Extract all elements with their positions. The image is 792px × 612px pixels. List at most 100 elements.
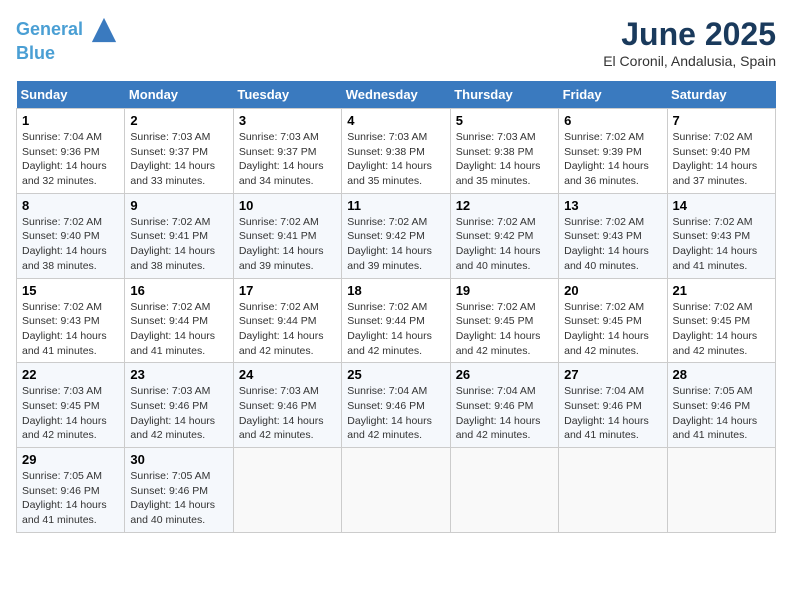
day-info: Sunrise: 7:04 AM Sunset: 9:46 PM Dayligh…	[456, 384, 553, 443]
table-row: 28 Sunrise: 7:05 AM Sunset: 9:46 PM Dayl…	[667, 363, 775, 448]
day-number: 27	[564, 367, 661, 382]
table-row: 11 Sunrise: 7:02 AM Sunset: 9:42 PM Dayl…	[342, 193, 450, 278]
calendar-week-row: 15 Sunrise: 7:02 AM Sunset: 9:43 PM Dayl…	[17, 278, 776, 363]
day-info: Sunrise: 7:02 AM Sunset: 9:40 PM Dayligh…	[22, 215, 119, 274]
table-row: 29 Sunrise: 7:05 AM Sunset: 9:46 PM Dayl…	[17, 448, 125, 533]
logo-general: General	[16, 19, 83, 39]
day-info: Sunrise: 7:05 AM Sunset: 9:46 PM Dayligh…	[22, 469, 119, 528]
table-row: 10 Sunrise: 7:02 AM Sunset: 9:41 PM Dayl…	[233, 193, 341, 278]
day-info: Sunrise: 7:02 AM Sunset: 9:45 PM Dayligh…	[673, 300, 770, 359]
table-row: 6 Sunrise: 7:02 AM Sunset: 9:39 PM Dayli…	[559, 109, 667, 194]
day-info: Sunrise: 7:02 AM Sunset: 9:44 PM Dayligh…	[130, 300, 227, 359]
day-number: 29	[22, 452, 119, 467]
day-number: 16	[130, 283, 227, 298]
table-row	[667, 448, 775, 533]
col-thursday: Thursday	[450, 81, 558, 109]
day-number: 15	[22, 283, 119, 298]
table-row: 24 Sunrise: 7:03 AM Sunset: 9:46 PM Dayl…	[233, 363, 341, 448]
day-number: 14	[673, 198, 770, 213]
day-info: Sunrise: 7:02 AM Sunset: 9:40 PM Dayligh…	[673, 130, 770, 189]
col-sunday: Sunday	[17, 81, 125, 109]
table-row: 5 Sunrise: 7:03 AM Sunset: 9:38 PM Dayli…	[450, 109, 558, 194]
day-info: Sunrise: 7:02 AM Sunset: 9:44 PM Dayligh…	[347, 300, 444, 359]
day-number: 28	[673, 367, 770, 382]
table-row: 2 Sunrise: 7:03 AM Sunset: 9:37 PM Dayli…	[125, 109, 233, 194]
table-row: 3 Sunrise: 7:03 AM Sunset: 9:37 PM Dayli…	[233, 109, 341, 194]
day-number: 20	[564, 283, 661, 298]
day-info: Sunrise: 7:02 AM Sunset: 9:44 PM Dayligh…	[239, 300, 336, 359]
calendar-week-row: 29 Sunrise: 7:05 AM Sunset: 9:46 PM Dayl…	[17, 448, 776, 533]
day-info: Sunrise: 7:02 AM Sunset: 9:43 PM Dayligh…	[564, 215, 661, 274]
table-row: 8 Sunrise: 7:02 AM Sunset: 9:40 PM Dayli…	[17, 193, 125, 278]
table-row: 1 Sunrise: 7:04 AM Sunset: 9:36 PM Dayli…	[17, 109, 125, 194]
logo-blue: Blue	[16, 43, 55, 63]
day-info: Sunrise: 7:04 AM Sunset: 9:46 PM Dayligh…	[564, 384, 661, 443]
table-row: 25 Sunrise: 7:04 AM Sunset: 9:46 PM Dayl…	[342, 363, 450, 448]
table-row: 23 Sunrise: 7:03 AM Sunset: 9:46 PM Dayl…	[125, 363, 233, 448]
day-info: Sunrise: 7:02 AM Sunset: 9:41 PM Dayligh…	[130, 215, 227, 274]
day-info: Sunrise: 7:02 AM Sunset: 9:45 PM Dayligh…	[564, 300, 661, 359]
day-info: Sunrise: 7:02 AM Sunset: 9:43 PM Dayligh…	[22, 300, 119, 359]
day-info: Sunrise: 7:03 AM Sunset: 9:46 PM Dayligh…	[130, 384, 227, 443]
table-row: 19 Sunrise: 7:02 AM Sunset: 9:45 PM Dayl…	[450, 278, 558, 363]
table-row: 14 Sunrise: 7:02 AM Sunset: 9:43 PM Dayl…	[667, 193, 775, 278]
page-header: General Blue June 2025 El Coronil, Andal…	[16, 16, 776, 69]
day-info: Sunrise: 7:03 AM Sunset: 9:37 PM Dayligh…	[130, 130, 227, 189]
day-number: 18	[347, 283, 444, 298]
table-row: 18 Sunrise: 7:02 AM Sunset: 9:44 PM Dayl…	[342, 278, 450, 363]
table-row	[342, 448, 450, 533]
logo: General Blue	[16, 16, 118, 64]
table-row	[233, 448, 341, 533]
calendar-week-row: 1 Sunrise: 7:04 AM Sunset: 9:36 PM Dayli…	[17, 109, 776, 194]
table-row: 30 Sunrise: 7:05 AM Sunset: 9:46 PM Dayl…	[125, 448, 233, 533]
table-row: 15 Sunrise: 7:02 AM Sunset: 9:43 PM Dayl…	[17, 278, 125, 363]
table-row: 16 Sunrise: 7:02 AM Sunset: 9:44 PM Dayl…	[125, 278, 233, 363]
day-number: 21	[673, 283, 770, 298]
day-info: Sunrise: 7:02 AM Sunset: 9:41 PM Dayligh…	[239, 215, 336, 274]
table-row: 9 Sunrise: 7:02 AM Sunset: 9:41 PM Dayli…	[125, 193, 233, 278]
table-row: 13 Sunrise: 7:02 AM Sunset: 9:43 PM Dayl…	[559, 193, 667, 278]
col-monday: Monday	[125, 81, 233, 109]
table-row: 22 Sunrise: 7:03 AM Sunset: 9:45 PM Dayl…	[17, 363, 125, 448]
day-number: 13	[564, 198, 661, 213]
day-number: 17	[239, 283, 336, 298]
calendar-table: Sunday Monday Tuesday Wednesday Thursday…	[16, 81, 776, 533]
day-number: 25	[347, 367, 444, 382]
title-block: June 2025 El Coronil, Andalusia, Spain	[603, 16, 776, 69]
day-number: 3	[239, 113, 336, 128]
day-info: Sunrise: 7:05 AM Sunset: 9:46 PM Dayligh…	[673, 384, 770, 443]
table-row: 7 Sunrise: 7:02 AM Sunset: 9:40 PM Dayli…	[667, 109, 775, 194]
day-number: 6	[564, 113, 661, 128]
day-number: 5	[456, 113, 553, 128]
day-number: 1	[22, 113, 119, 128]
table-row	[559, 448, 667, 533]
day-number: 11	[347, 198, 444, 213]
day-number: 12	[456, 198, 553, 213]
day-info: Sunrise: 7:05 AM Sunset: 9:46 PM Dayligh…	[130, 469, 227, 528]
calendar-header-row: Sunday Monday Tuesday Wednesday Thursday…	[17, 81, 776, 109]
day-info: Sunrise: 7:04 AM Sunset: 9:46 PM Dayligh…	[347, 384, 444, 443]
calendar-week-row: 8 Sunrise: 7:02 AM Sunset: 9:40 PM Dayli…	[17, 193, 776, 278]
day-number: 24	[239, 367, 336, 382]
day-info: Sunrise: 7:03 AM Sunset: 9:38 PM Dayligh…	[456, 130, 553, 189]
day-info: Sunrise: 7:04 AM Sunset: 9:36 PM Dayligh…	[22, 130, 119, 189]
table-row: 4 Sunrise: 7:03 AM Sunset: 9:38 PM Dayli…	[342, 109, 450, 194]
day-number: 10	[239, 198, 336, 213]
day-info: Sunrise: 7:02 AM Sunset: 9:39 PM Dayligh…	[564, 130, 661, 189]
day-info: Sunrise: 7:02 AM Sunset: 9:45 PM Dayligh…	[456, 300, 553, 359]
day-number: 23	[130, 367, 227, 382]
day-number: 2	[130, 113, 227, 128]
table-row: 26 Sunrise: 7:04 AM Sunset: 9:46 PM Dayl…	[450, 363, 558, 448]
day-number: 30	[130, 452, 227, 467]
table-row: 20 Sunrise: 7:02 AM Sunset: 9:45 PM Dayl…	[559, 278, 667, 363]
day-number: 9	[130, 198, 227, 213]
col-wednesday: Wednesday	[342, 81, 450, 109]
day-number: 19	[456, 283, 553, 298]
table-row: 17 Sunrise: 7:02 AM Sunset: 9:44 PM Dayl…	[233, 278, 341, 363]
day-number: 26	[456, 367, 553, 382]
location-subtitle: El Coronil, Andalusia, Spain	[603, 53, 776, 69]
col-tuesday: Tuesday	[233, 81, 341, 109]
day-info: Sunrise: 7:03 AM Sunset: 9:45 PM Dayligh…	[22, 384, 119, 443]
table-row: 21 Sunrise: 7:02 AM Sunset: 9:45 PM Dayl…	[667, 278, 775, 363]
day-info: Sunrise: 7:03 AM Sunset: 9:46 PM Dayligh…	[239, 384, 336, 443]
